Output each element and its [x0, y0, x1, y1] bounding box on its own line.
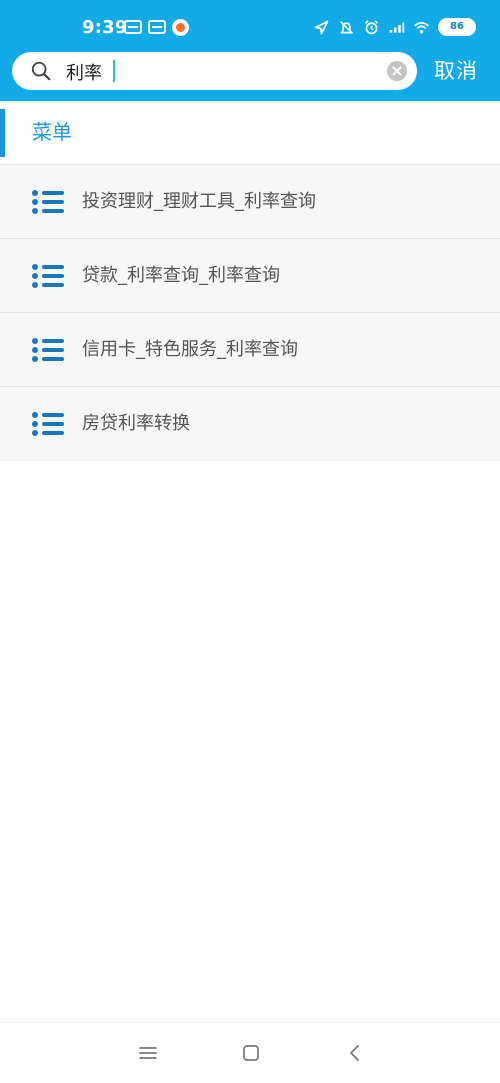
list-icon	[32, 338, 64, 362]
alarm-icon	[364, 19, 379, 34]
section-accent-bar	[0, 109, 5, 157]
cancel-button[interactable]: 取消	[434, 55, 478, 87]
home-icon	[243, 1045, 259, 1061]
list-icon	[32, 190, 64, 214]
result-list: 投资理财_理财工具_利率查询 贷款_利率查询_利率查询 信用卡_特色服务_利率查…	[0, 165, 500, 461]
result-item-1[interactable]: 贷款_利率查询_利率查询	[0, 239, 500, 313]
app-notification-icon	[172, 19, 189, 36]
clear-icon[interactable]	[387, 61, 407, 81]
search-icon	[31, 61, 51, 81]
mute-icon	[339, 20, 354, 34]
text-cursor	[113, 60, 115, 82]
back-icon	[350, 1045, 359, 1061]
search-bar[interactable]	[12, 52, 417, 91]
status-time: 9:39	[82, 17, 128, 38]
list-icon	[32, 412, 64, 436]
signal-icon	[389, 21, 405, 33]
result-label: 投资理财_理财工具_利率查询	[82, 191, 316, 212]
status-bar: 9:39 86	[0, 14, 500, 44]
system-navigation-bar	[0, 1022, 500, 1083]
result-item-2[interactable]: 信用卡_特色服务_利率查询	[0, 313, 500, 387]
section-title: 菜单	[32, 120, 72, 144]
result-item-3[interactable]: 房贷利率转换	[0, 387, 500, 461]
result-label: 信用卡_特色服务_利率查询	[82, 339, 298, 360]
battery-icon: 86	[438, 18, 476, 36]
section-header: 菜单	[0, 101, 500, 165]
list-icon	[32, 264, 64, 288]
notification-icons	[124, 19, 189, 36]
result-item-0[interactable]: 投资理财_理财工具_利率查询	[0, 165, 500, 239]
wifi-icon	[414, 21, 429, 33]
system-status-icons: 86	[313, 18, 476, 36]
message-icon	[124, 20, 142, 34]
result-label: 贷款_利率查询_利率查询	[82, 265, 280, 286]
result-label: 房贷利率转换	[82, 413, 190, 434]
message-icon	[148, 20, 166, 34]
home-button[interactable]	[240, 1042, 262, 1064]
location-icon	[314, 20, 329, 34]
top-bar: 9:39 86 利率 取消	[0, 0, 500, 101]
menu-button[interactable]	[137, 1042, 159, 1064]
back-button[interactable]	[344, 1042, 366, 1064]
menu-icon	[139, 1047, 157, 1059]
